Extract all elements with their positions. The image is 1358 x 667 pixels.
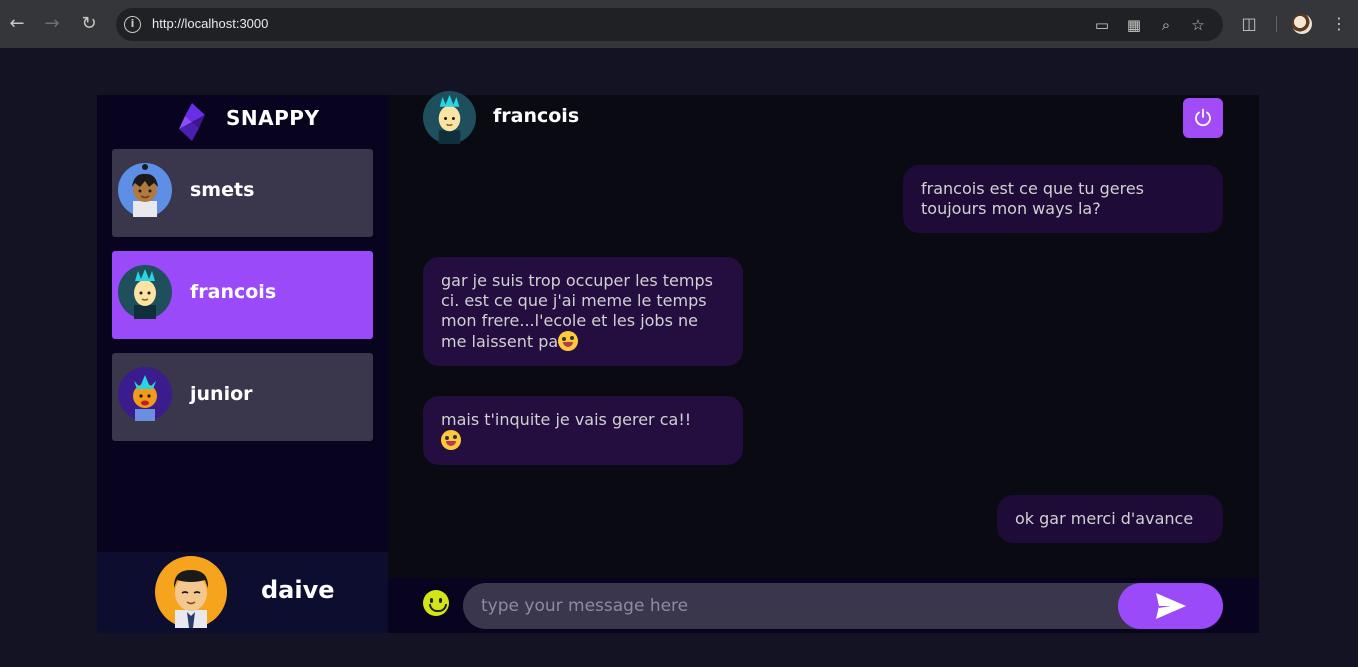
current-user-name: daive [261, 576, 335, 604]
send-icon [1156, 593, 1186, 619]
snappy-logo-icon [179, 103, 205, 141]
url-text[interactable]: http://localhost:3000 [152, 16, 268, 31]
profile-avatar[interactable] [1292, 14, 1312, 34]
zoom-icon[interactable]: ⌕ [1157, 16, 1175, 34]
brand: SNAPPY [97, 95, 388, 143]
message-sent: ok gar merci d'avance [997, 495, 1223, 543]
back-arrow-icon[interactable]: ← [5, 12, 29, 36]
message-text: francois est ce que tu geres toujours mo… [921, 179, 1145, 218]
avatar [118, 265, 172, 319]
message-text: ok gar merci d'avance [1015, 509, 1194, 528]
contact-item-smets[interactable]: smets [112, 149, 373, 237]
translate-icon[interactable]: ▦ [1125, 16, 1143, 34]
chat-app: SNAPPY smets francois junior daive franc… [97, 91, 1259, 633]
grinning-tongue-emoji-icon [558, 331, 579, 351]
message-received: mais t'inquite je vais gerer ca!! [423, 396, 743, 465]
address-bar[interactable]: i http://localhost:3000 ▭ ▦ ⌕ ☆ [116, 8, 1223, 41]
message-composer [388, 578, 1259, 633]
logout-button[interactable] [1183, 98, 1223, 138]
toolbar-divider [1276, 16, 1277, 32]
extensions-icon[interactable]: ◫ [1238, 13, 1260, 35]
avatar [118, 367, 172, 421]
message-text: mais t'inquite je vais gerer ca!! [441, 410, 692, 429]
bookmark-star-icon[interactable]: ☆ [1189, 16, 1207, 34]
chat-panel: francois francois est ce que tu geres to… [388, 91, 1259, 633]
current-user: daive [97, 552, 388, 633]
contact-name: francois [190, 281, 277, 303]
avatar [118, 163, 172, 217]
contact-item-francois[interactable]: francois [112, 251, 373, 339]
power-icon [1195, 108, 1211, 127]
install-app-icon[interactable]: ▭ [1093, 16, 1111, 34]
message-sent: francois est ce que tu geres toujours mo… [903, 165, 1223, 233]
avatar [423, 91, 476, 144]
contact-name: junior [190, 383, 253, 405]
site-info-icon[interactable]: i [124, 16, 141, 33]
message-received: gar je suis trop occuper les temps ci. e… [423, 257, 743, 366]
menu-kebab-icon[interactable]: ⋮ [1328, 13, 1350, 35]
emoji-picker-icon[interactable] [423, 590, 449, 616]
brand-name: SNAPPY [226, 106, 320, 130]
grinning-tongue-emoji-icon [441, 430, 461, 450]
chat-title: francois [493, 105, 580, 127]
send-button[interactable] [1118, 583, 1223, 629]
contact-item-junior[interactable]: junior [112, 353, 373, 441]
contacts-panel: SNAPPY smets francois junior daive [97, 95, 388, 633]
contact-name: smets [190, 179, 255, 201]
reload-icon[interactable]: ↻ [77, 12, 101, 36]
page: SNAPPY smets francois junior daive franc… [0, 48, 1358, 667]
browser-toolbar: ← → ↻ i http://localhost:3000 ▭ ▦ ⌕ ☆ ◫ … [0, 0, 1358, 48]
chat-header: francois [388, 91, 1259, 144]
avatar [155, 556, 227, 628]
message-input[interactable] [463, 583, 1223, 629]
forward-arrow-icon[interactable]: → [40, 12, 64, 36]
